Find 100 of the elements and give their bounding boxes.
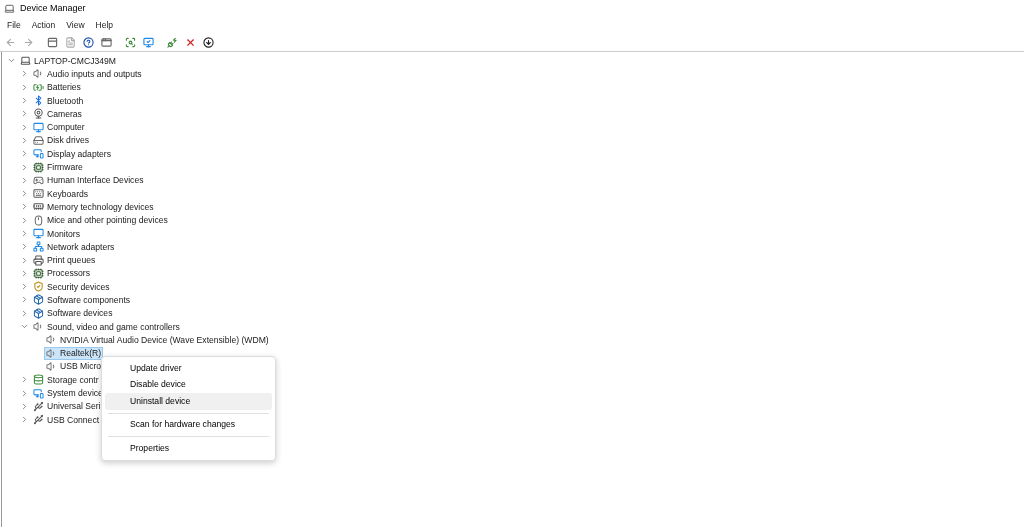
gamepad-icon xyxy=(33,174,44,186)
tree-item[interactable]: LAPTOP-CMCJ349M xyxy=(18,54,118,68)
menu-item[interactable]: Help xyxy=(95,19,114,32)
display-icon xyxy=(33,387,44,399)
plug-icon xyxy=(166,37,178,48)
menu-option[interactable]: Disable device xyxy=(105,376,272,393)
forward-icon xyxy=(22,37,34,48)
tree-item[interactable]: Realtek(R) xyxy=(44,346,104,360)
monitor-icon xyxy=(33,121,44,133)
expand-icon[interactable] xyxy=(20,215,29,225)
tree-item[interactable]: Mice and other pointing devices xyxy=(31,213,170,227)
expand-icon[interactable] xyxy=(20,149,29,159)
tree-item[interactable]: Computer xyxy=(31,120,87,134)
menu-item[interactable]: View xyxy=(66,19,85,32)
expand-icon[interactable] xyxy=(20,162,29,172)
help-icon xyxy=(82,37,94,48)
tree-item[interactable]: Security devices xyxy=(31,280,112,294)
printer-icon xyxy=(33,254,44,266)
expand-icon[interactable] xyxy=(20,308,29,318)
memory-icon xyxy=(33,201,44,213)
monitor-icon xyxy=(142,37,154,48)
toolbar-button[interactable] xyxy=(81,35,95,50)
expand-icon[interactable] xyxy=(20,415,29,425)
expand-icon[interactable] xyxy=(20,109,29,119)
storage-icon xyxy=(33,374,44,386)
tree-item[interactable]: Firmware xyxy=(31,160,85,174)
window-title: Device Manager xyxy=(20,1,86,15)
expand-icon[interactable] xyxy=(20,229,29,238)
expand-icon[interactable] xyxy=(20,295,29,305)
expand-icon[interactable] xyxy=(20,401,29,411)
panel-icon xyxy=(46,37,58,48)
menu-item[interactable]: Action xyxy=(31,19,56,32)
expand-icon[interactable] xyxy=(20,122,29,132)
tree-item[interactable]: USB Micro xyxy=(44,359,104,373)
tree-item[interactable]: Human Interface Devices xyxy=(31,173,146,187)
tree-item[interactable]: NVIDIA Virtual Audio Device (Wave Extensible) (WDM) xyxy=(44,333,271,347)
chip-icon xyxy=(33,161,44,173)
expand-icon[interactable] xyxy=(20,268,29,278)
menu-option[interactable]: Properties xyxy=(105,440,272,457)
tree-item[interactable]: Batteries xyxy=(31,80,83,94)
network-icon xyxy=(33,241,44,253)
menu-option[interactable]: Update driver xyxy=(105,360,272,377)
toolbar-button[interactable] xyxy=(201,35,215,50)
expand-icon[interactable] xyxy=(20,175,29,185)
tree-item[interactable]: USB Connect xyxy=(31,413,102,427)
bluetooth-icon xyxy=(33,95,44,107)
keyboard-icon xyxy=(33,188,44,200)
tree-item[interactable]: Monitors xyxy=(31,227,82,240)
tree-item[interactable]: Software devices xyxy=(31,306,115,320)
tree-item[interactable]: Network adapters xyxy=(31,240,117,254)
speaker-icon xyxy=(46,347,57,359)
display-icon xyxy=(33,148,44,160)
menu-item[interactable]: File xyxy=(7,19,21,32)
mouse-icon xyxy=(33,214,44,226)
expand-icon[interactable] xyxy=(20,96,29,106)
tree-item[interactable]: Display adapters xyxy=(31,147,113,161)
menu-option[interactable]: Scan for hardware changes xyxy=(105,416,272,433)
expand-icon[interactable] xyxy=(20,189,29,199)
scan-icon xyxy=(124,37,136,48)
expand-icon[interactable] xyxy=(20,242,29,252)
monitor-icon xyxy=(33,228,44,239)
expand-icon[interactable] xyxy=(20,282,29,292)
expand-icon[interactable] xyxy=(20,375,29,385)
expand-icon[interactable] xyxy=(20,255,29,265)
usb-icon xyxy=(33,400,44,412)
app-icon xyxy=(4,3,15,14)
expand-icon[interactable] xyxy=(20,82,29,92)
usb-icon xyxy=(33,414,44,426)
expand-icon[interactable] xyxy=(20,69,29,79)
hard-drive-icon xyxy=(33,134,44,146)
expand-icon[interactable] xyxy=(20,135,29,145)
tree-item[interactable]: Disk drives xyxy=(31,133,92,147)
back-icon xyxy=(4,37,16,48)
tree-item[interactable]: Software components xyxy=(31,293,133,307)
battery-icon xyxy=(33,81,44,93)
tree-item[interactable]: Print queues xyxy=(31,253,98,267)
speaker-icon xyxy=(46,360,57,372)
tree-item[interactable]: Keyboards xyxy=(31,187,91,201)
tree-item[interactable]: Cameras xyxy=(31,107,84,121)
expand-icon[interactable] xyxy=(20,202,29,212)
tree-item[interactable]: Processors xyxy=(31,266,92,280)
tree-item[interactable]: Sound, video and game controllers xyxy=(31,320,182,334)
package-icon xyxy=(33,307,44,319)
menu-option[interactable]: Uninstall device xyxy=(105,393,272,410)
expand-icon[interactable] xyxy=(20,388,29,398)
tree-item[interactable]: Storage contr xyxy=(31,373,101,387)
package-icon xyxy=(33,294,44,306)
shield-icon xyxy=(33,281,44,293)
speaker-icon xyxy=(33,321,44,333)
laptop-icon xyxy=(20,55,31,67)
chip-icon xyxy=(33,267,44,279)
tree-item[interactable]: Memory technology devices xyxy=(31,200,156,214)
speaker-icon xyxy=(46,334,57,346)
tree-item[interactable]: Universal Seri xyxy=(31,399,103,413)
webcam-icon xyxy=(33,108,44,120)
page-icon xyxy=(64,37,76,48)
tree-item[interactable]: Audio inputs and outputs xyxy=(31,67,144,81)
download-icon xyxy=(202,37,214,48)
speaker-icon xyxy=(33,68,44,80)
tree-item[interactable]: Bluetooth xyxy=(31,94,86,108)
